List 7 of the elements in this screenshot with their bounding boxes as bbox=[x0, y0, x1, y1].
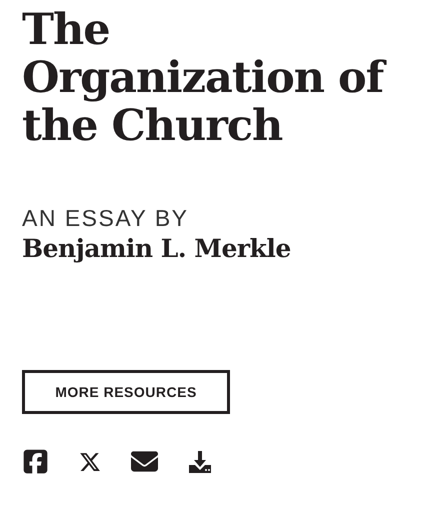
byline-label: AN ESSAY BY bbox=[22, 204, 188, 232]
facebook-icon[interactable] bbox=[22, 448, 49, 475]
author-name: Benjamin L. Merkle bbox=[22, 233, 291, 265]
essay-title: The Organization of the Church bbox=[22, 6, 392, 150]
x-logo-icon[interactable] bbox=[79, 450, 101, 472]
download-icon[interactable] bbox=[188, 450, 212, 474]
more-resources-button[interactable]: MORE RESOURCES bbox=[22, 370, 230, 414]
